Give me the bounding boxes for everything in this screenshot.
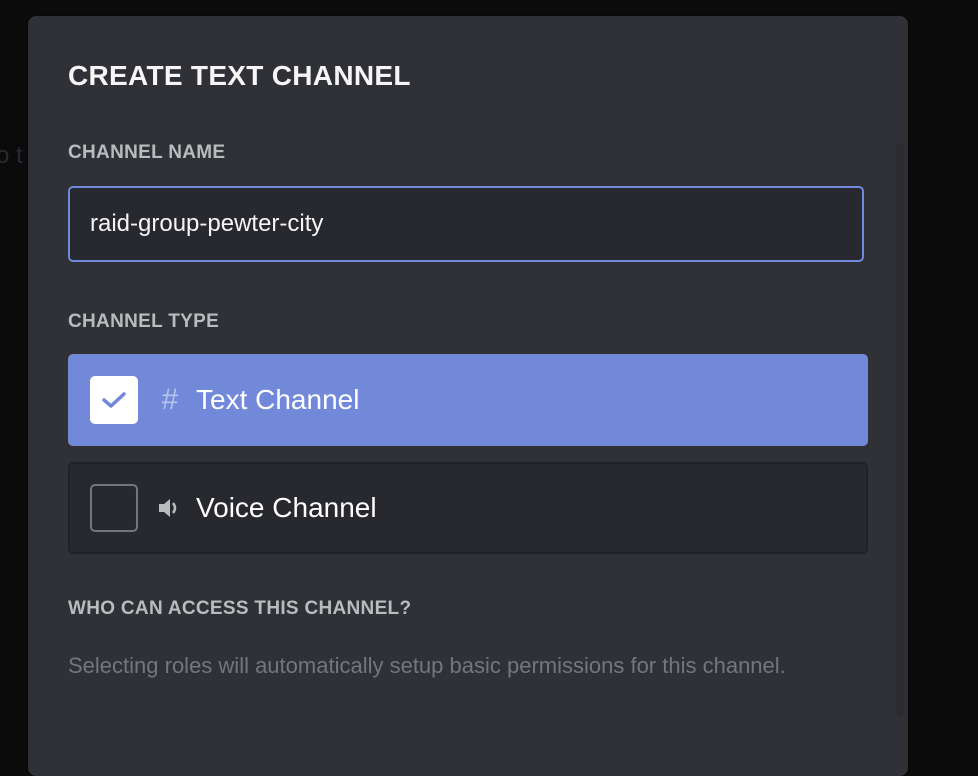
modal-title: CREATE TEXT CHANNEL: [68, 60, 411, 91]
option-label: Text Channel: [196, 384, 360, 415]
channel-name-input[interactable]: raid-group-pewter-city: [68, 186, 864, 262]
checkbox-unchecked[interactable]: [90, 484, 138, 532]
channel-type-option-text[interactable]: # Text Channel: [68, 354, 868, 446]
channel-name-label: CHANNEL NAME: [68, 142, 226, 163]
speaker-icon: [156, 496, 184, 520]
channel-type-option-voice[interactable]: Voice Channel: [68, 462, 868, 554]
checkmark-icon: [102, 392, 126, 408]
hash-icon: #: [161, 383, 179, 416]
option-label: Voice Channel: [196, 492, 377, 523]
channel-type-label: CHANNEL TYPE: [68, 311, 220, 332]
checkbox-checked[interactable]: [90, 376, 138, 424]
background-text: o t: [0, 142, 23, 169]
create-channel-modal: CREATE TEXT CHANNEL CHANNEL NAME raid-gr…: [28, 16, 908, 776]
access-label: WHO CAN ACCESS THIS CHANNEL?: [68, 598, 412, 619]
scrollbar[interactable]: [896, 143, 904, 716]
access-description: Selecting roles will automatically setup…: [68, 653, 786, 678]
